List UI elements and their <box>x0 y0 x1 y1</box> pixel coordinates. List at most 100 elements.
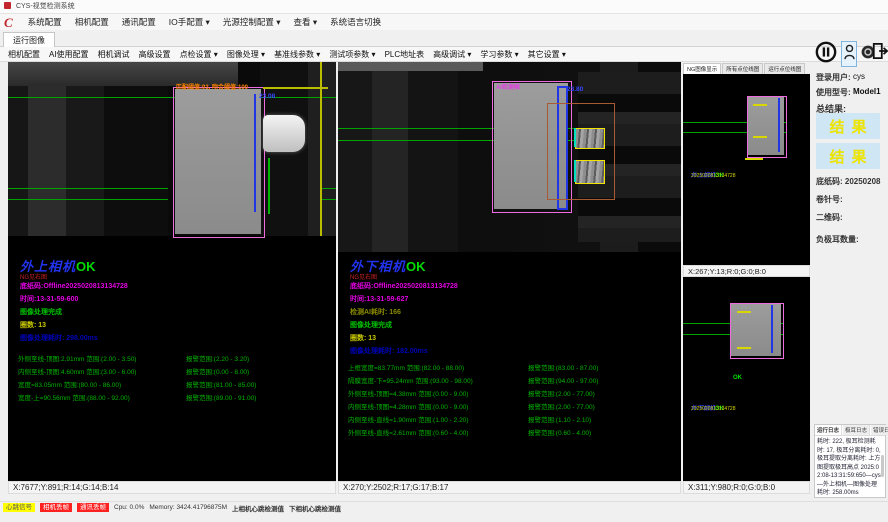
tab-tab-log[interactable]: 极耳日志 <box>843 425 870 435</box>
log-panel: 运行日志 极耳日志 错误日志 耗时: 222, 极耳检测耗时: 17, 极耳分离… <box>814 424 886 498</box>
done-line: 图像处理完成 <box>350 320 392 330</box>
measurement-alarm: 报警范围:(89.00 - 91.00) <box>186 392 256 402</box>
ref-line-2 <box>8 199 168 200</box>
tab-all-points[interactable]: 所有点位线图 <box>722 63 763 74</box>
log-scrollbar[interactable] <box>881 455 884 477</box>
machine-top-band <box>338 62 483 71</box>
tab-edge-mark-2 <box>574 160 576 182</box>
mini-measure-line <box>771 305 773 353</box>
measurement-alarm: 报警范围:(0.60 - 4.00) <box>528 427 591 437</box>
log-text: 耗时: 222, 极耳检测耗时: 17, 极耳分离耗时: 0, 极耳提取分离耗时… <box>815 436 885 500</box>
tab-detect-box-2 <box>575 160 605 184</box>
mini-mark-2 <box>753 136 767 138</box>
measure-value-label: 23.80 <box>567 86 583 93</box>
tool-camera-debug[interactable]: 相机调试 <box>98 49 130 60</box>
tab-run-log[interactable]: 运行日志 <box>815 425 842 435</box>
tool-test-params[interactable]: 测试项参数 ▾ <box>329 49 375 60</box>
tool-advanced-settings[interactable]: 高级设置 <box>139 49 171 60</box>
mini-mark-1 <box>737 311 751 313</box>
tool-other-settings[interactable]: 其它设置 ▾ <box>528 49 566 60</box>
menu-item-io-config[interactable]: IO手配置 ▾ <box>169 16 210 28</box>
elapsed-line: 图像处理耗时: 182.00ms <box>350 346 428 356</box>
menu-item-comm-config[interactable]: 通讯配置 <box>122 16 156 28</box>
user-button[interactable] <box>841 41 857 67</box>
edge-v-line <box>320 62 322 236</box>
left-camera-view[interactable]: 匹配阈值:93, 吻合阈值:100 23.08 外上相机OK NG见右图 底纸码… <box>8 62 336 481</box>
measurement-alarm: 报警范围:(83.00 - 87.00) <box>528 362 598 372</box>
model-value: Model1 <box>853 87 881 96</box>
ng-view-tabs: NG图像显示 所有点位线图 运行点位线图 <box>683 62 810 74</box>
measurement-alarm: 报警范围:(94.00 - 97.00) <box>528 375 598 385</box>
tool-spotcheck-settings[interactable]: 点检设置 ▾ <box>180 49 218 60</box>
match-roi-box <box>173 87 265 238</box>
user-icon <box>844 44 855 65</box>
tab-error-log[interactable]: 错误日志 <box>871 425 888 435</box>
heartbeat-badge: 心跳信号 <box>3 503 35 512</box>
tool-learning-params[interactable]: 学习参数 ▾ <box>480 49 518 60</box>
paper-code-field: 底纸码: 20250208 <box>816 176 880 187</box>
status-bar: 心跳信号 相机丢帧 通讯丢帧 Cpu: 0.0% Memory: 3424.41… <box>0 501 888 513</box>
mini-mark-3 <box>745 158 763 160</box>
lower-camera-heartbeat: 下相机心跳检测值 <box>289 503 341 513</box>
needle-number-label: 卷针号: <box>816 194 843 205</box>
pause-button[interactable] <box>814 42 838 66</box>
tool-plc-address[interactable]: PLC地址表 <box>385 49 425 60</box>
ng-view-1[interactable]: 外上相机OK 2025020813134728 <box>683 74 810 265</box>
model-label: 使用型号: <box>816 87 851 98</box>
total-result-box-2: 结果 <box>816 143 880 169</box>
ng-view-2[interactable]: OK 外下相机OK 2025020813134728 <box>683 277 810 481</box>
menu-item-language[interactable]: 系统语言切换 <box>330 16 381 28</box>
ai-roi-label: AI检测框 <box>496 82 520 91</box>
memory-usage: Memory: 3424.41796875M <box>149 504 227 511</box>
left-camera-image: 匹配阈值:93, 吻合阈值:100 23.08 <box>8 62 336 236</box>
app-window: CYS-视觉检测系统 C 系统配置 相机配置 通讯配置 IO手配置 ▾ 光源控制… <box>0 0 888 522</box>
measurement-alarm: 报警范围:(2.00 - 77.00) <box>528 401 595 411</box>
measurement-value: 外侧至线-顶图=4.38mm 范围:(0.00 - 9.00) <box>348 388 468 398</box>
camera-status: OK <box>76 259 96 274</box>
exit-button[interactable] <box>871 42 888 65</box>
login-user-label: 登录用户: <box>816 72 851 83</box>
menu-item-view[interactable]: 查看 ▾ <box>293 16 317 28</box>
measurement-alarm: 报警范围:(2.00 - 77.00) <box>528 388 595 398</box>
tab-ng-image[interactable]: NG图像显示 <box>683 63 721 74</box>
tool-camera-config[interactable]: 相机配置 <box>8 49 40 60</box>
menu-item-light-config[interactable]: 光源控制配置 ▾ <box>223 16 281 28</box>
done-line: 图像处理完成 <box>20 307 62 317</box>
tab-search-box <box>547 103 615 200</box>
menu-item-camera-config[interactable]: 相机配置 <box>75 16 109 28</box>
titlebar: CYS-视觉检测系统 <box>0 0 888 14</box>
middle-camera-view[interactable]: AI检测框 23.80 外下相机OK NG见右图 底纸码:Offline2025… <box>338 62 681 481</box>
tab-run-points[interactable]: 运行点位线图 <box>764 63 805 74</box>
tab-run-image[interactable]: 运行图像 <box>3 32 55 48</box>
ref-line-4 <box>322 199 336 200</box>
measurement-alarm: 报警范围:(2.20 - 3.20) <box>186 353 249 363</box>
measurement-alarm: 报警范围:(0.00 - 8.00) <box>186 366 249 376</box>
edge-h-line <box>263 87 328 89</box>
cpu-usage: Cpu: 0.0% <box>114 504 144 511</box>
comm-dropframe-badge: 通讯丢帧 <box>77 503 109 512</box>
tool-ai-config[interactable]: AI使用配置 <box>49 49 89 60</box>
tab-edge-mark-1 <box>574 128 576 147</box>
tool-baseline-params[interactable]: 基准线参数 ▾ <box>274 49 320 60</box>
measurement-value: 内侧至线-直线=1.90mm 范围:(1.00 - 2.20) <box>348 414 468 424</box>
measurement-value: 宽度-上=90.56mm 范围:(88.00 - 92.00) <box>18 392 130 402</box>
mini-measure-line <box>778 98 780 152</box>
baseline-h-line <box>8 97 336 98</box>
middle-camera-image: AI检测框 23.80 <box>338 62 681 252</box>
brand-logo-icon: C <box>4 16 13 29</box>
app-icon <box>4 2 11 9</box>
measure-line <box>254 94 256 212</box>
ng-view-2-coords: X:311;Y:980;R:0;G:0;B:0 <box>683 481 810 494</box>
login-user-value: cys <box>853 72 865 81</box>
tool-advanced-debug[interactable]: 高级调试 ▾ <box>433 49 471 60</box>
tab-detect-box-1 <box>575 128 605 149</box>
page-tabs: 运行图像 <box>0 30 888 47</box>
mini-note: 2025020813134728 <box>691 406 736 412</box>
mini-note: 2025020813134728 <box>691 173 736 179</box>
tool-image-processing[interactable]: 图像处理 ▾ <box>227 49 265 60</box>
qr-code-label: 二维码: <box>816 212 843 223</box>
measurement-value: 上框宽度=83.77mm 范围:(82.00 - 88.00) <box>348 362 464 372</box>
left-camera-cursor-coords: X:7677;Y:891;R:14;G:14;B:14 <box>8 481 336 494</box>
menu-item-system-config[interactable]: 系统配置 <box>28 16 62 28</box>
measure-value-label: 23.08 <box>259 93 275 100</box>
